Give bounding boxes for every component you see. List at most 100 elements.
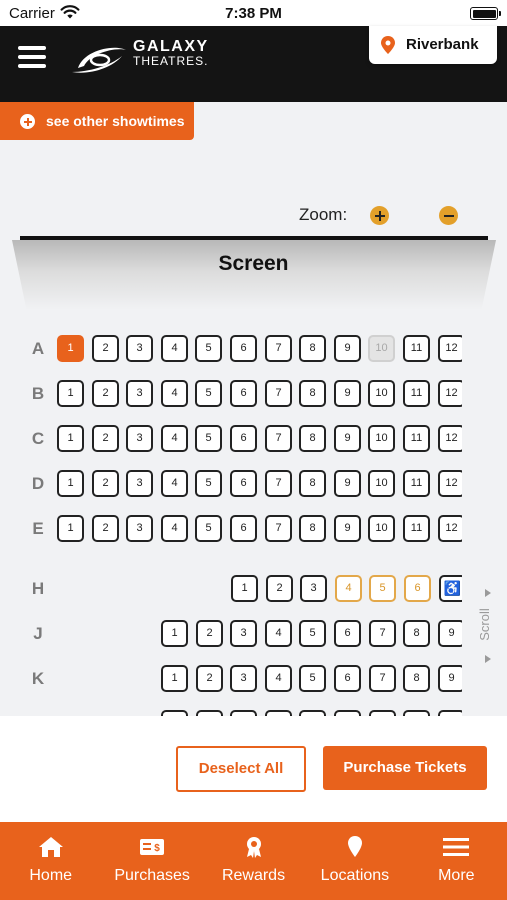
nav-home[interactable]: Home (0, 822, 101, 900)
seat-b-10[interactable]: 10 (368, 380, 395, 407)
seat-e-10[interactable]: 10 (368, 515, 395, 542)
seat-d-9[interactable]: 9 (334, 470, 361, 497)
seat-h-1[interactable]: 1 (231, 575, 258, 602)
seat-a-11[interactable]: 11 (403, 335, 430, 362)
seat-c-7[interactable]: 7 (265, 425, 292, 452)
seat-d-1[interactable]: 1 (57, 470, 84, 497)
seat-b-4[interactable]: 4 (161, 380, 188, 407)
seat-d-10[interactable]: 10 (368, 470, 395, 497)
seat-b-5[interactable]: 5 (195, 380, 222, 407)
seat-c-6[interactable]: 6 (230, 425, 257, 452)
see-other-showtimes-button[interactable]: see other showtimes (0, 102, 194, 140)
seat-k-9[interactable]: 9 (438, 665, 462, 692)
seat-k-1[interactable]: 1 (161, 665, 188, 692)
seat-e-11[interactable]: 11 (403, 515, 430, 542)
seat-d-7[interactable]: 7 (265, 470, 292, 497)
seat-k-7[interactable]: 7 (369, 665, 396, 692)
seat-c-4[interactable]: 4 (161, 425, 188, 452)
seat-d-6[interactable]: 6 (230, 470, 257, 497)
seat-b-3[interactable]: 3 (126, 380, 153, 407)
seat-a-7[interactable]: 7 (265, 335, 292, 362)
seat-k-4[interactable]: 4 (265, 665, 292, 692)
seat-b-6[interactable]: 6 (230, 380, 257, 407)
seat-k-2[interactable]: 2 (196, 665, 223, 692)
seat-b-2[interactable]: 2 (92, 380, 119, 407)
seat-j-9[interactable]: 9 (438, 620, 462, 647)
seat-c-11[interactable]: 11 (403, 425, 430, 452)
purchase-tickets-button[interactable]: Purchase Tickets (323, 746, 487, 790)
seat-c-8[interactable]: 8 (299, 425, 326, 452)
seat-e-3[interactable]: 3 (126, 515, 153, 542)
seat-c-12[interactable]: 12 (438, 425, 462, 452)
seat-d-4[interactable]: 4 (161, 470, 188, 497)
seat-e-7[interactable]: 7 (265, 515, 292, 542)
seat-c-3[interactable]: 3 (126, 425, 153, 452)
row-label-k: K (31, 669, 45, 688)
seat-h-3[interactable]: 3 (300, 575, 327, 602)
seat-d-5[interactable]: 5 (195, 470, 222, 497)
seat-b-7[interactable]: 7 (265, 380, 292, 407)
seat-b-11[interactable]: 11 (403, 380, 430, 407)
seat-k-5[interactable]: 5 (299, 665, 326, 692)
seat-e-8[interactable]: 8 (299, 515, 326, 542)
seat-b-1[interactable]: 1 (57, 380, 84, 407)
seat-j-7[interactable]: 7 (369, 620, 396, 647)
seat-k-8[interactable]: 8 (403, 665, 430, 692)
seat-j-6[interactable]: 6 (334, 620, 361, 647)
nav-more[interactable]: More (406, 822, 507, 900)
seat-a-8[interactable]: 8 (299, 335, 326, 362)
nav-purchases[interactable]: $ Purchases (101, 822, 202, 900)
seat-e-9[interactable]: 9 (334, 515, 361, 542)
seat-e-6[interactable]: 6 (230, 515, 257, 542)
seat-c-1[interactable]: 1 (57, 425, 84, 452)
seat-b-9[interactable]: 9 (334, 380, 361, 407)
seat-a-12[interactable]: 12 (438, 335, 462, 362)
seat-h-2[interactable]: 2 (266, 575, 293, 602)
zoom-in-icon[interactable] (370, 206, 389, 225)
seat-a-5[interactable]: 5 (195, 335, 222, 362)
seat-d-3[interactable]: 3 (126, 470, 153, 497)
seat-h-6[interactable]: 6 (404, 575, 431, 602)
seat-j-1[interactable]: 1 (161, 620, 188, 647)
arrow-right-icon (485, 589, 491, 597)
seat-d-11[interactable]: 11 (403, 470, 430, 497)
seat-j-2[interactable]: 2 (196, 620, 223, 647)
seat-j-8[interactable]: 8 (403, 620, 430, 647)
seat-e-2[interactable]: 2 (92, 515, 119, 542)
seat-d-8[interactable]: 8 (299, 470, 326, 497)
seat-a-6[interactable]: 6 (230, 335, 257, 362)
seat-j-5[interactable]: 5 (299, 620, 326, 647)
seat-c-9[interactable]: 9 (334, 425, 361, 452)
seat-e-4[interactable]: 4 (161, 515, 188, 542)
seat-c-2[interactable]: 2 (92, 425, 119, 452)
seat-h-4[interactable]: 4 (335, 575, 362, 602)
seat-h-5[interactable]: 5 (369, 575, 396, 602)
seat-e-12[interactable]: 12 (438, 515, 462, 542)
zoom-out-icon[interactable] (439, 206, 458, 225)
deselect-all-button[interactable]: Deselect All (176, 746, 306, 792)
seat-e-5[interactable]: 5 (195, 515, 222, 542)
seat-k-3[interactable]: 3 (230, 665, 257, 692)
seat-a-9[interactable]: 9 (334, 335, 361, 362)
seat-a-2[interactable]: 2 (92, 335, 119, 362)
wheelchair-seat-icon[interactable]: ♿ (439, 575, 462, 602)
location-selector[interactable]: Riverbank (369, 26, 497, 64)
seat-c-5[interactable]: 5 (195, 425, 222, 452)
seat-a-3[interactable]: 3 (126, 335, 153, 362)
seat-d-12[interactable]: 12 (438, 470, 462, 497)
hamburger-menu-icon[interactable] (18, 44, 48, 70)
seat-a-1[interactable]: 1 (57, 335, 84, 362)
seat-d-2[interactable]: 2 (92, 470, 119, 497)
nav-rewards[interactable]: Rewards (203, 822, 304, 900)
seat-c-10[interactable]: 10 (368, 425, 395, 452)
seat-e-1[interactable]: 1 (57, 515, 84, 542)
seat-a-4[interactable]: 4 (161, 335, 188, 362)
nav-locations[interactable]: Locations (304, 822, 405, 900)
clock: 7:38 PM (225, 5, 282, 22)
seat-j-4[interactable]: 4 (265, 620, 292, 647)
seat-b-12[interactable]: 12 (438, 380, 462, 407)
seat-b-8[interactable]: 8 (299, 380, 326, 407)
seat-k-6[interactable]: 6 (334, 665, 361, 692)
award-icon (246, 837, 261, 858)
seat-j-3[interactable]: 3 (230, 620, 257, 647)
